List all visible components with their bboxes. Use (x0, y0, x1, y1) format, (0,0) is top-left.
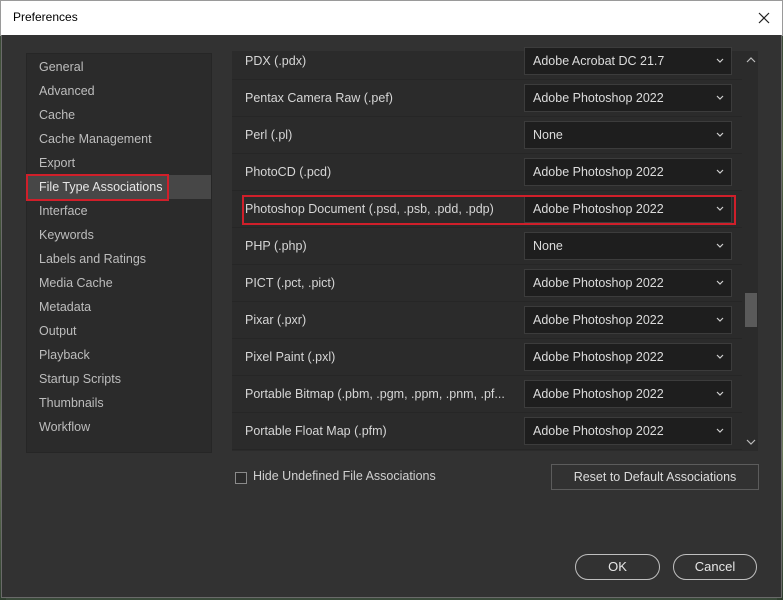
application-dropdown-value: None (533, 128, 563, 142)
application-dropdown-value: None (533, 239, 563, 253)
file-type-label: Portable Float Map (.pfm) (245, 424, 387, 438)
chevron-down-icon (716, 391, 724, 396)
chevron-down-icon (716, 58, 724, 63)
hide-undefined-label: Hide Undefined File Associations (253, 469, 436, 483)
chevron-down-icon (716, 354, 724, 359)
association-row: PDX (.pdx) Adobe Acrobat DC 21.7 (232, 43, 742, 80)
sidebar-item-labels-and-ratings[interactable]: Labels and Ratings (27, 247, 211, 271)
sidebar-item-workflow[interactable]: Workflow (27, 415, 211, 439)
file-type-label: PHP (.php) (245, 239, 307, 253)
chevron-down-icon (716, 206, 724, 211)
application-dropdown[interactable]: Adobe Acrobat DC 21.7 (524, 47, 732, 75)
sidebar-item-export[interactable]: Export (27, 151, 211, 175)
file-type-label: Pixel Paint (.pxl) (245, 350, 336, 364)
sidebar-item-output[interactable]: Output (27, 319, 211, 343)
application-dropdown-value: Adobe Photoshop 2022 (533, 276, 664, 290)
sidebar-item-general[interactable]: General (27, 55, 211, 79)
ok-button[interactable]: OK (575, 554, 660, 580)
application-dropdown[interactable]: Adobe Photoshop 2022 (524, 417, 732, 445)
hide-undefined-checkbox[interactable] (235, 472, 247, 484)
application-dropdown[interactable]: Adobe Photoshop 2022 (524, 380, 732, 408)
association-row: Pixel Paint (.pxl) Adobe Photoshop 2022 (232, 339, 742, 376)
application-dropdown[interactable]: Adobe Photoshop 2022 (524, 306, 732, 334)
file-type-label: Pixar (.pxr) (245, 313, 307, 327)
association-row: Perl (.pl) None (232, 117, 742, 154)
window-title: Preferences (13, 10, 78, 24)
chevron-down-icon (716, 169, 724, 174)
application-dropdown-value: Adobe Photoshop 2022 (533, 350, 664, 364)
application-dropdown-value: Adobe Acrobat DC 21.7 (533, 54, 665, 68)
title-bar[interactable]: Preferences (0, 0, 783, 36)
file-type-label: Perl (.pl) (245, 128, 293, 142)
chevron-down-icon (716, 428, 724, 433)
file-type-label: PhotoCD (.pcd) (245, 165, 332, 179)
file-type-label: Portable Bitmap (.pbm, .pgm, .ppm, .pnm,… (245, 387, 505, 401)
sidebar-item-metadata[interactable]: Metadata (27, 295, 211, 319)
sidebar-item-file-type-associations[interactable]: File Type Associations (27, 175, 211, 199)
association-row: Pixar (.pxr) Adobe Photoshop 2022 (232, 302, 742, 339)
application-dropdown[interactable]: None (524, 232, 732, 260)
chevron-down-icon (716, 95, 724, 100)
association-row: Portable Bitmap (.pbm, .pgm, .ppm, .pnm,… (232, 376, 742, 413)
chevron-down-icon (716, 243, 724, 248)
chevron-down-icon (716, 317, 724, 322)
association-row: Pentax Camera Raw (.pef) Adobe Photoshop … (232, 80, 742, 117)
scrollbar-thumb[interactable] (745, 293, 757, 327)
association-row: PICT (.pct, .pict) Adobe Photoshop 2022 (232, 265, 742, 302)
dialog-body: General Advanced Cache Cache Management Expo… (1, 35, 782, 598)
close-icon (758, 12, 770, 24)
sidebar-item-cache[interactable]: Cache (27, 103, 211, 127)
sidebar-item-startup-scripts[interactable]: Startup Scripts (27, 367, 211, 391)
application-dropdown[interactable]: Adobe Photoshop 2022 (524, 269, 732, 297)
association-row: Portable Float Map (.pfm) Adobe Photoshop… (232, 413, 742, 450)
file-type-associations-list: PDX (.pdx) Adobe Acrobat DC 21.7 Pentax Ca… (232, 47, 758, 451)
chevron-down-icon (716, 280, 724, 285)
application-dropdown-value: Adobe Photoshop 2022 (533, 91, 664, 105)
application-dropdown-value: Adobe Photoshop 2022 (533, 313, 664, 327)
close-button[interactable] (752, 6, 776, 30)
chevron-up-icon[interactable] (744, 53, 758, 67)
preferences-sidebar: General Advanced Cache Cache Management Expo… (26, 53, 212, 453)
association-row: PHP (.php) None (232, 228, 742, 265)
sidebar-item-keywords[interactable]: Keywords (27, 223, 211, 247)
preferences-dialog: Preferences General Advanced Cache Cache Ma… (0, 0, 783, 600)
association-row: Photoshop Document (.psd, .psb, .pdd, .p… (232, 191, 742, 228)
application-dropdown[interactable]: Adobe Photoshop 2022 (524, 343, 732, 371)
sidebar-item-cache-management[interactable]: Cache Management (27, 127, 211, 151)
sidebar-item-interface[interactable]: Interface (27, 199, 211, 223)
application-dropdown[interactable]: None (524, 121, 732, 149)
application-dropdown[interactable]: Adobe Photoshop 2022 (524, 84, 732, 112)
sidebar-item-advanced[interactable]: Advanced (27, 79, 211, 103)
association-row: PhotoCD (.pcd) Adobe Photoshop 2022 (232, 154, 742, 191)
application-dropdown[interactable]: Adobe Photoshop 2022 (524, 158, 732, 186)
cancel-button[interactable]: Cancel (673, 554, 757, 580)
file-type-label: Photoshop Document (.psd, .psb, .pdd, .p… (245, 202, 494, 216)
file-type-label: PDX (.pdx) (245, 54, 307, 68)
application-dropdown-value: Adobe Photoshop 2022 (533, 424, 664, 438)
sidebar-item-playback[interactable]: Playback (27, 343, 211, 367)
application-dropdown-value: Adobe Photoshop 2022 (533, 387, 664, 401)
chevron-down-icon (716, 132, 724, 137)
application-dropdown-value: Adobe Photoshop 2022 (533, 165, 664, 179)
sidebar-item-thumbnails[interactable]: Thumbnails (27, 391, 211, 415)
file-type-label: PICT (.pct, .pict) (245, 276, 336, 290)
chevron-down-icon[interactable] (744, 435, 758, 449)
application-dropdown-value: Adobe Photoshop 2022 (533, 202, 664, 216)
reset-default-associations-button[interactable]: Reset to Default Associations (551, 464, 759, 490)
list-scrollbar[interactable] (744, 51, 758, 451)
sidebar-item-media-cache[interactable]: Media Cache (27, 271, 211, 295)
file-type-label: Pentax Camera Raw (.pef) (245, 91, 393, 105)
application-dropdown[interactable]: Adobe Photoshop 2022 (524, 195, 732, 223)
